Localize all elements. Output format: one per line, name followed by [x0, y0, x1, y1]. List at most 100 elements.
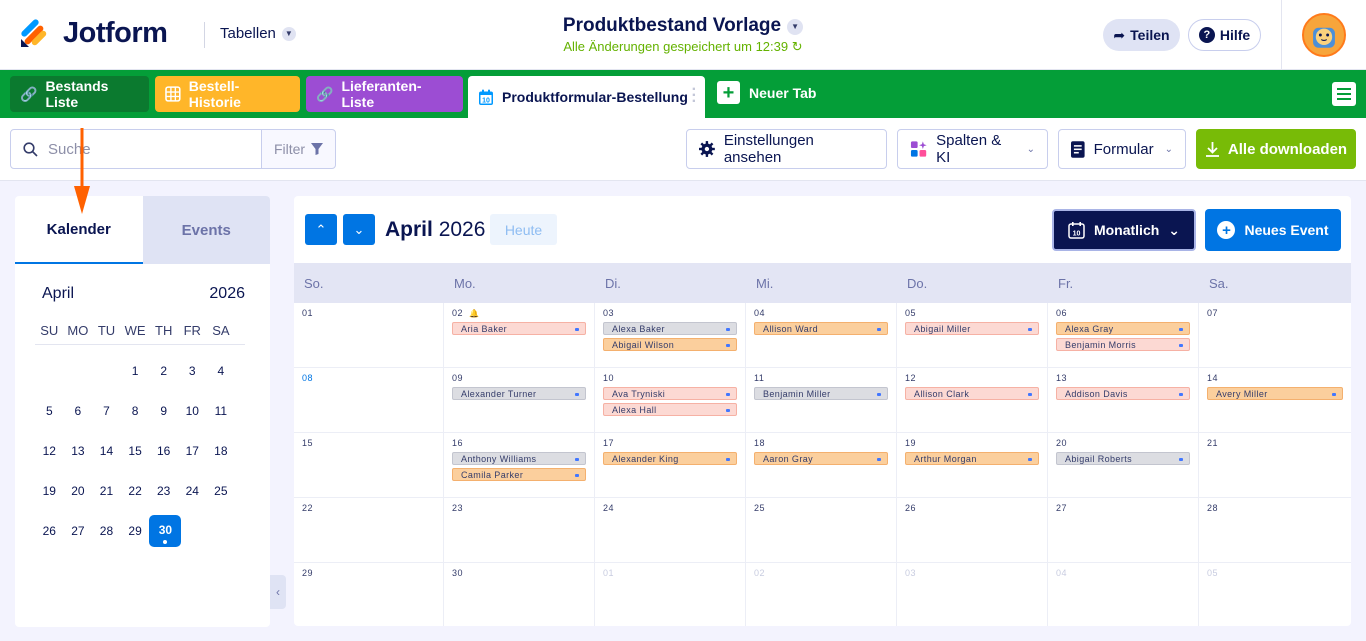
mini-day-15[interactable]: 15 [121, 444, 150, 458]
mini-day-9[interactable]: 9 [149, 404, 178, 418]
mini-day-2[interactable]: 2 [149, 364, 178, 378]
day-cell[interactable]: 25 [746, 498, 897, 562]
mini-day-21[interactable]: 21 [92, 484, 121, 498]
mini-day-19[interactable]: 19 [35, 484, 64, 498]
mini-day-7[interactable]: 7 [92, 404, 121, 418]
event-chip[interactable]: Abigail Roberts [1056, 452, 1190, 465]
mini-day-13[interactable]: 13 [64, 444, 93, 458]
mini-day-14[interactable]: 14 [92, 444, 121, 458]
event-chip[interactable]: Avery Miller [1207, 387, 1343, 400]
mini-day-23[interactable]: 23 [149, 484, 178, 498]
hamburger-menu-button[interactable] [1332, 82, 1356, 106]
day-cell[interactable]: 01 [595, 563, 746, 626]
new-tab-button[interactable]: + Neuer Tab [717, 81, 816, 104]
mini-day-20[interactable]: 20 [64, 484, 93, 498]
event-chip[interactable]: Aria Baker [452, 322, 586, 335]
mini-day-1[interactable]: 1 [121, 364, 150, 378]
event-chip[interactable]: Arthur Morgan [905, 452, 1039, 465]
mini-day-5[interactable]: 5 [35, 404, 64, 418]
help-button[interactable]: ? Hilfe [1188, 19, 1261, 51]
day-cell[interactable]: 29 [294, 563, 444, 626]
avatar[interactable] [1302, 13, 1346, 57]
day-cell[interactable]: 14 Avery Miller [1199, 368, 1351, 432]
mini-day-28[interactable]: 28 [92, 524, 121, 538]
day-cell[interactable]: 18 Aaron Gray [746, 433, 897, 497]
day-cell[interactable]: 26 [897, 498, 1048, 562]
day-cell[interactable]: 20 Abigail Roberts [1048, 433, 1199, 497]
event-chip[interactable]: Ava Tryniski [603, 387, 737, 400]
day-cell[interactable]: 04 [1048, 563, 1199, 626]
event-chip[interactable]: Benjamin Miller [754, 387, 888, 400]
view-mode-dropdown[interactable]: 10 Monatlich ⌄ [1052, 209, 1196, 251]
view-settings-button[interactable]: Einstellungen ansehen [686, 129, 887, 169]
event-chip[interactable]: Camila Parker [452, 468, 586, 481]
mini-day-11[interactable]: 11 [207, 404, 236, 418]
day-cell[interactable]: 06 Alexa Gray Benjamin Morris [1048, 303, 1199, 367]
day-cell[interactable]: 19 Arthur Morgan [897, 433, 1048, 497]
day-cell[interactable]: 11 Benjamin Miller [746, 368, 897, 432]
mini-day-8[interactable]: 8 [121, 404, 150, 418]
day-cell[interactable]: 07 [1199, 303, 1351, 367]
day-cell[interactable]: 30 [444, 563, 595, 626]
day-cell[interactable]: 15 [294, 433, 444, 497]
event-chip[interactable]: Alexa Gray [1056, 322, 1190, 335]
form-dropdown[interactable]: Formular ⌄ [1058, 129, 1186, 169]
event-chip[interactable]: Alexa Hall [603, 403, 737, 416]
day-cell[interactable]: 10 Ava Tryniski Alexa Hall [595, 368, 746, 432]
mini-day-25[interactable]: 25 [207, 484, 236, 498]
day-cell[interactable]: 24 [595, 498, 746, 562]
mini-day-12[interactable]: 12 [35, 444, 64, 458]
mini-day-10[interactable]: 10 [178, 404, 207, 418]
today-button[interactable]: Heute [490, 214, 557, 245]
new-event-button[interactable]: + Neues Event [1205, 209, 1341, 251]
mini-day-29[interactable]: 29 [121, 524, 150, 538]
day-cell[interactable]: 13 Addison Davis [1048, 368, 1199, 432]
tab-events[interactable]: Events [142, 196, 270, 264]
day-cell[interactable]: 02 🔔 Aria Baker [444, 303, 595, 367]
day-cell[interactable]: 08 [294, 368, 444, 432]
event-chip[interactable]: Alexa Baker [603, 322, 737, 335]
tab-bestands-liste[interactable]: 🔗 Bestands Liste [10, 76, 149, 112]
filter-button[interactable]: Filter [261, 129, 336, 169]
day-cell[interactable]: 01 [294, 303, 444, 367]
mini-day-30[interactable]: 30 [149, 515, 182, 547]
day-cell[interactable]: 05 Abigail Miller [897, 303, 1048, 367]
mini-day-16[interactable]: 16 [149, 444, 178, 458]
event-chip[interactable]: Alexander Turner [452, 387, 586, 400]
day-cell[interactable]: 09 Alexander Turner [444, 368, 595, 432]
mini-day-27[interactable]: 27 [64, 524, 93, 538]
download-all-button[interactable]: Alle downloaden [1196, 129, 1356, 169]
event-chip[interactable]: Alexander King [603, 452, 737, 465]
mini-day-18[interactable]: 18 [207, 444, 236, 458]
event-chip[interactable]: Addison Davis [1056, 387, 1190, 400]
tab-options-icon[interactable]: · · · [692, 82, 697, 110]
next-month-button[interactable]: ⌄ [343, 214, 375, 245]
day-cell[interactable]: 12 Allison Clark [897, 368, 1048, 432]
mini-day-22[interactable]: 22 [121, 484, 150, 498]
day-cell[interactable]: 17 Alexander King [595, 433, 746, 497]
columns-ai-dropdown[interactable]: Spalten & KI ⌄ [897, 129, 1048, 169]
event-chip[interactable]: Anthony Williams [452, 452, 586, 465]
share-button[interactable]: ➦ Teilen [1103, 19, 1180, 51]
event-chip[interactable]: Abigail Miller [905, 322, 1039, 335]
tab-produktformular-bestellung[interactable]: 10 Produktformular-Bestellung · · · [468, 76, 705, 118]
day-cell[interactable]: 02 [746, 563, 897, 626]
day-cell[interactable]: 03 Alexa Baker Abigail Wilson [595, 303, 746, 367]
event-chip[interactable]: Aaron Gray [754, 452, 888, 465]
day-cell[interactable]: 04 Allison Ward [746, 303, 897, 367]
mini-day-17[interactable]: 17 [178, 444, 207, 458]
tab-lieferanten-liste[interactable]: 🔗 Lieferanten-Liste [306, 76, 463, 112]
event-chip[interactable]: Benjamin Morris [1056, 338, 1190, 351]
day-cell[interactable]: 23 [444, 498, 595, 562]
day-cell[interactable]: 21 [1199, 433, 1351, 497]
mini-day-4[interactable]: 4 [207, 364, 236, 378]
day-cell[interactable]: 05 [1199, 563, 1351, 626]
mini-day-24[interactable]: 24 [178, 484, 207, 498]
mini-day-3[interactable]: 3 [178, 364, 207, 378]
day-cell[interactable]: 27 [1048, 498, 1199, 562]
collapse-sidebar-button[interactable]: ‹ [270, 575, 286, 609]
mini-day-6[interactable]: 6 [64, 404, 93, 418]
day-cell[interactable]: 22 [294, 498, 444, 562]
day-cell[interactable]: 16 Anthony Williams Camila Parker [444, 433, 595, 497]
event-chip[interactable]: Abigail Wilson [603, 338, 737, 351]
